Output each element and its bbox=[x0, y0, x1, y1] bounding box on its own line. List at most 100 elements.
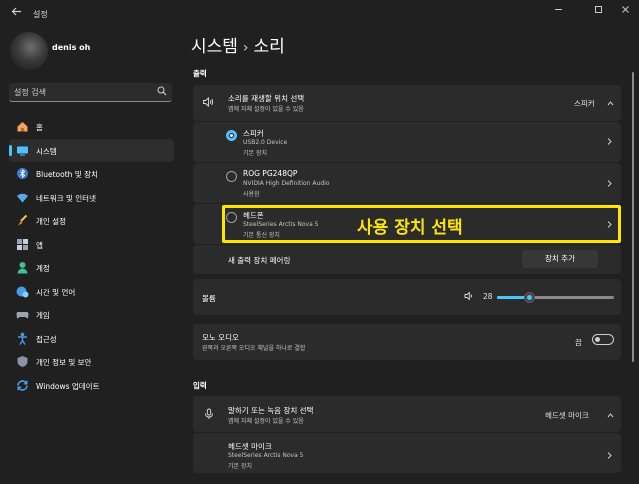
mono-audio-row: 모노 오디오 왼쪽과 오른쪽 오디오 채널을 하나로 결합 끔 bbox=[193, 324, 621, 360]
shield-icon bbox=[17, 356, 28, 367]
sidebar-item-label: 게임 bbox=[36, 311, 50, 320]
avatar bbox=[10, 32, 48, 70]
add-device-button[interactable]: 장치 추가 bbox=[522, 250, 598, 268]
sidebar-item-accessibility[interactable]: 접근성 bbox=[9, 327, 174, 351]
sidebar-item-label: 시간 및 언어 bbox=[36, 287, 76, 297]
user-name: denis oh bbox=[52, 43, 91, 52]
chevron-up-icon bbox=[607, 413, 614, 418]
sidebar-nav: 홈 시스템 Bluetooth 및 장치 네트워크 및 인터넷 개인 설정 앱 … bbox=[9, 115, 174, 397]
device-detail: SteelSeries Arctis Nova 5 bbox=[228, 452, 304, 459]
volume-label: 볼륨 bbox=[202, 294, 216, 303]
output-heading: 출력 bbox=[193, 69, 207, 78]
mono-audio-subtitle: 왼쪽과 오른쪽 오디오 채널을 하나로 결합 bbox=[202, 345, 306, 352]
output-choose-subtitle: 앱에 자체 설정이 있을 수 있음 bbox=[228, 106, 304, 113]
output-device-selector[interactable]: 소리를 재생할 위치 선택 앱에 자체 설정이 있을 수 있음 스피커 bbox=[193, 85, 621, 121]
breadcrumb-parent[interactable]: 시스템 bbox=[191, 37, 238, 57]
sidebar-item-label: 앱 bbox=[36, 240, 43, 250]
globe-clock-icon bbox=[16, 286, 29, 297]
pair-device-label: 새 출력 장치 페어링 bbox=[228, 256, 291, 265]
settings-search[interactable] bbox=[9, 83, 172, 102]
account-icon bbox=[17, 262, 28, 274]
sidebar-item-label: 접근성 bbox=[36, 334, 57, 344]
apps-icon bbox=[17, 238, 28, 250]
breadcrumb-separator: › bbox=[242, 40, 249, 56]
sidebar-item-label: 개인 설정 bbox=[36, 217, 66, 226]
sidebar-item-label: 네트워크 및 인터넷 bbox=[36, 193, 96, 203]
output-device-speaker[interactable]: 스피커 USB2.0 Device 기본 장치 bbox=[193, 122, 621, 162]
app-title: 설정 bbox=[33, 10, 48, 19]
sidebar-item-label: Bluetooth 및 장치 bbox=[36, 170, 98, 179]
device-name: 헤드셋 마이크 bbox=[228, 442, 272, 451]
device-name: 스피커 bbox=[243, 129, 264, 138]
sidebar-item-label: 홈 bbox=[36, 123, 43, 132]
speaker-icon bbox=[203, 97, 214, 107]
back-button[interactable] bbox=[8, 6, 24, 22]
sidebar-item-network[interactable]: 네트워크 및 인터넷 bbox=[9, 186, 174, 210]
device-status: 기본 장치 bbox=[243, 150, 267, 157]
sidebar-item-time-language[interactable]: 시간 및 언어 bbox=[9, 280, 174, 304]
input-choose-subtitle: 앱에 자체 설정이 있을 수 있음 bbox=[228, 418, 304, 425]
scrollbar[interactable] bbox=[632, 72, 634, 362]
sidebar-item-label: 계정 bbox=[36, 264, 50, 273]
wifi-icon bbox=[17, 193, 28, 202]
output-choose-title: 소리를 재생할 위치 선택 bbox=[228, 94, 305, 103]
close-button[interactable] bbox=[611, 5, 639, 19]
device-status: 사용함 bbox=[243, 191, 260, 198]
microphone-icon bbox=[205, 408, 213, 419]
mono-audio-title: 모노 오디오 bbox=[202, 333, 239, 342]
sidebar-item-accounts[interactable]: 계정 bbox=[9, 256, 174, 280]
sidebar-item-label: 시스템 bbox=[36, 146, 57, 156]
minimize-icon bbox=[554, 9, 562, 10]
volume-value: 28 bbox=[483, 292, 493, 301]
sidebar-item-label: 개인 정보 및 보안 bbox=[36, 358, 92, 367]
maximize-icon bbox=[594, 6, 602, 13]
device-status: 기본 장치 bbox=[228, 463, 252, 470]
device-detail: USB2.0 Device bbox=[243, 139, 288, 146]
input-heading: 입력 bbox=[193, 381, 207, 390]
mono-audio-toggle[interactable] bbox=[592, 334, 614, 345]
input-choose-title: 말하기 또는 녹음 장치 선택 bbox=[228, 406, 314, 415]
output-current-device: 스피커 bbox=[574, 99, 595, 108]
page-title: 소리 bbox=[253, 37, 285, 57]
sidebar-item-bluetooth[interactable]: Bluetooth 및 장치 bbox=[9, 162, 174, 186]
sidebar-item-windows-update[interactable]: Windows 업데이트 bbox=[9, 374, 174, 398]
output-device-monitor[interactable]: ROG PG248QP NVIDIA High Definition Audio… bbox=[193, 163, 621, 203]
sidebar-item-privacy[interactable]: 개인 정보 및 보안 bbox=[9, 350, 174, 374]
input-current-device: 헤드셋 마이크 bbox=[545, 411, 589, 420]
accessibility-icon bbox=[18, 332, 27, 345]
chevron-right-icon bbox=[607, 138, 612, 145]
device-radio[interactable] bbox=[226, 130, 237, 141]
close-icon bbox=[621, 6, 629, 13]
sidebar-item-apps[interactable]: 앱 bbox=[9, 233, 174, 257]
device-detail: NVIDIA High Definition Audio bbox=[243, 180, 330, 187]
device-radio[interactable] bbox=[226, 171, 237, 182]
input-device-headset-mic[interactable]: 헤드셋 마이크 SteelSeries Arctis Nova 5 기본 장치 bbox=[193, 433, 621, 473]
bluetooth-icon bbox=[17, 168, 28, 179]
update-icon bbox=[17, 379, 28, 391]
chevron-right-icon bbox=[607, 180, 612, 187]
breadcrumb: 시스템 › 소리 bbox=[191, 32, 285, 57]
home-icon bbox=[17, 122, 28, 132]
volume-icon[interactable] bbox=[464, 291, 474, 301]
device-name: ROG PG248QP bbox=[243, 169, 298, 178]
gamepad-icon bbox=[16, 312, 29, 319]
system-icon bbox=[17, 146, 28, 155]
title-bar: 설정 bbox=[0, 0, 639, 30]
sidebar-item-system[interactable]: 시스템 bbox=[9, 138, 174, 162]
annotation-label: 사용 장치 선택 bbox=[357, 218, 463, 238]
brush-icon bbox=[18, 214, 28, 226]
search-input[interactable] bbox=[14, 86, 154, 99]
minimize-button[interactable] bbox=[544, 5, 572, 19]
sidebar-item-gaming[interactable]: 게임 bbox=[9, 303, 174, 327]
maximize-button[interactable] bbox=[584, 5, 612, 19]
sidebar-item-personalization[interactable]: 개인 설정 bbox=[9, 209, 174, 233]
mono-audio-state: 끔 bbox=[575, 338, 582, 347]
sidebar-item-home[interactable]: 홈 bbox=[9, 115, 174, 139]
input-device-selector[interactable]: 말하기 또는 녹음 장치 선택 앱에 자체 설정이 있을 수 있음 헤드셋 마이… bbox=[193, 396, 621, 432]
search-icon bbox=[157, 86, 167, 96]
chevron-right-icon bbox=[607, 452, 612, 459]
chevron-up-icon bbox=[607, 101, 614, 106]
sidebar-item-label: Windows 업데이트 bbox=[36, 381, 100, 391]
volume-slider[interactable] bbox=[497, 292, 614, 303]
arrow-left-icon bbox=[11, 7, 21, 16]
